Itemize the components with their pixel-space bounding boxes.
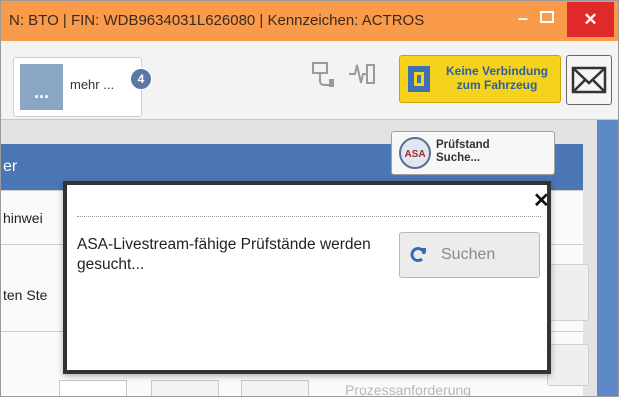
option-button[interactable]: [241, 380, 309, 396]
dialog-message: ASA-Livestream-fähige Prüfstände werden …: [77, 236, 371, 273]
search-button-label: Suchen: [441, 246, 496, 263]
pruefstand-line2: Suche...: [436, 152, 481, 164]
row-label: ten Ste: [3, 287, 48, 303]
row-action-button[interactable]: [547, 264, 589, 321]
window-title: N: BTO | FIN: WDB9634031L626080 | Kennze…: [9, 12, 425, 29]
minimize-icon: –: [517, 8, 528, 28]
minimize-button[interactable]: –: [510, 8, 536, 28]
more-button[interactable]: ... mehr ... 4: [13, 57, 152, 117]
close-window-button[interactable]: ✕: [567, 2, 614, 37]
pruefstand-line1: Prüfstand: [436, 139, 490, 151]
section-header-text: er: [3, 158, 18, 175]
value-input[interactable]: [59, 380, 127, 396]
side-strip: [597, 120, 618, 396]
more-label: mehr ...: [70, 77, 115, 92]
pruefstand-label: Prüfstand Suche...: [436, 139, 490, 165]
process-request-label: Prozessanforderung: [345, 382, 472, 397]
dialog-close-icon[interactable]: ✕: [533, 191, 550, 211]
option-button[interactable]: [151, 380, 219, 396]
pruefstand-search-button[interactable]: ASA Prüfstand Suche...: [391, 131, 555, 175]
dialog-separator: [77, 216, 541, 217]
asa-icon: ASA: [398, 136, 432, 170]
mail-icon: [571, 66, 607, 94]
toolbar: ... mehr ... 4 Keine Verbindung zum Fahr…: [1, 41, 618, 120]
connection-line1: Keine Verbindung: [445, 64, 548, 78]
signal-measure-icon[interactable]: [346, 59, 376, 89]
close-icon: ✕: [583, 10, 598, 29]
app-window: N: BTO | FIN: WDB9634031L626080 | Kennze…: [0, 0, 619, 397]
refresh-icon: [408, 245, 428, 265]
connection-status-button[interactable]: Keine Verbindung zum Fahrzeug: [399, 55, 561, 103]
mail-button[interactable]: [566, 55, 612, 105]
more-tile: ...: [20, 64, 63, 110]
connection-status-text: Keine Verbindung zum Fahrzeug: [436, 64, 558, 92]
diagnostic-plug-icon[interactable]: [307, 59, 337, 89]
vehicle-connection-icon: [406, 64, 432, 94]
row-action-button[interactable]: [547, 344, 589, 386]
notification-badge: 4: [130, 68, 152, 90]
row-label: hinwei: [3, 210, 43, 226]
connection-line2: zum Fahrzeug: [456, 78, 538, 92]
svg-text:ASA: ASA: [404, 149, 425, 160]
title-bar: N: BTO | FIN: WDB9634031L626080 | Kennze…: [1, 1, 618, 41]
search-dialog: ✕ ASA-Livestream-fähige Prüfstände werde…: [63, 181, 551, 374]
search-button[interactable]: Suchen: [399, 232, 540, 278]
maximize-icon: [540, 11, 554, 23]
maximize-button[interactable]: [539, 9, 555, 23]
